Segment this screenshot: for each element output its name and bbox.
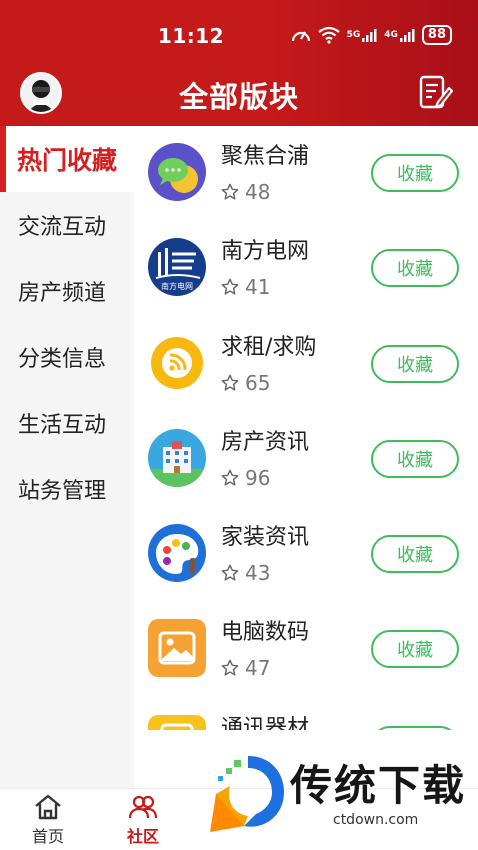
watermark-text: 传统下载 bbox=[290, 761, 467, 810]
phone-icon bbox=[148, 714, 206, 730]
page-title: 全部版块 bbox=[178, 80, 299, 114]
watermark: 传统下载 ctdown.com bbox=[198, 742, 478, 850]
forum-count: 41 bbox=[221, 275, 270, 299]
favorite-button[interactable]: 收藏 bbox=[371, 439, 459, 478]
forum-count-value: 96 bbox=[245, 465, 271, 490]
status-bar: 11:12 5G 4G 88 bbox=[0, 0, 478, 70]
signal-4g-icon: 4G bbox=[384, 27, 415, 43]
signal-5g-icon: 5G bbox=[347, 27, 378, 43]
sidebar-item-label: 交流互动 bbox=[18, 215, 107, 240]
rss-icon bbox=[148, 333, 206, 392]
star-icon bbox=[221, 374, 239, 391]
forum-name[interactable]: 聚焦合浦 bbox=[221, 138, 309, 170]
favorite-button[interactable]: 收藏 bbox=[371, 535, 459, 574]
star-icon bbox=[221, 278, 239, 295]
nav-home-label: 首页 bbox=[31, 827, 64, 846]
favorite-button[interactable]: 收藏 bbox=[371, 154, 459, 192]
forum-count: 43 bbox=[221, 561, 270, 585]
sidebar-item-real-estate[interactable]: 房产频道 bbox=[0, 258, 134, 324]
forum-list[interactable]: 聚焦合浦 48 收藏 南方电网 南方电网 41 收藏 求租/求购 65 收藏 房… bbox=[134, 126, 478, 730]
grid-logo-text: 南方电网 bbox=[161, 281, 193, 291]
forum-name[interactable]: 电脑数码 bbox=[221, 614, 309, 646]
sidebar-item-classifieds[interactable]: 分类信息 bbox=[0, 324, 134, 390]
list-item[interactable]: 通讯器材 收藏 bbox=[134, 698, 478, 730]
edit-button[interactable] bbox=[418, 74, 454, 112]
forum-name[interactable]: 求租/求购 bbox=[221, 329, 316, 361]
category-sidebar: 热门收藏 交流互动 房产频道 分类信息 生活互动 站务管理 bbox=[0, 126, 134, 788]
sidebar-item-hot-favorites[interactable]: 热门收藏 bbox=[0, 126, 134, 192]
favorite-button[interactable]: 收藏 bbox=[371, 725, 459, 730]
forum-count-value: 47 bbox=[245, 656, 271, 681]
list-item[interactable]: 电脑数码 47 收藏 bbox=[134, 602, 478, 697]
forum-name[interactable]: 南方电网 bbox=[221, 233, 309, 265]
favorite-button[interactable]: 收藏 bbox=[371, 344, 459, 383]
sidebar-item-label: 站务管理 bbox=[18, 479, 107, 504]
forum-count: 96 bbox=[221, 466, 270, 490]
list-item[interactable]: 南方电网 南方电网 41 收藏 bbox=[134, 221, 478, 316]
sidebar-item-label: 房产频道 bbox=[18, 281, 107, 306]
chat-bubble-icon bbox=[148, 143, 206, 201]
speed-icon bbox=[291, 27, 311, 43]
forum-count-value: 43 bbox=[245, 561, 271, 586]
nav-community-label: 社区 bbox=[126, 827, 159, 846]
net2-label: 4G bbox=[384, 30, 398, 40]
forum-count: 65 bbox=[221, 371, 270, 395]
sidebar-item-site-admin[interactable]: 站务管理 bbox=[0, 456, 134, 522]
nav-community[interactable]: 社区 bbox=[113, 791, 173, 847]
southern-grid-logo-icon: 南方电网 bbox=[148, 238, 206, 297]
list-item[interactable]: 聚焦合浦 48 收藏 bbox=[134, 126, 478, 221]
sidebar-item-label: 热门收藏 bbox=[17, 146, 118, 175]
image-icon bbox=[148, 619, 206, 678]
list-item[interactable]: 家装资讯 43 收藏 bbox=[134, 507, 478, 602]
favorite-button[interactable]: 收藏 bbox=[371, 249, 459, 288]
forum-count: 47 bbox=[221, 656, 270, 680]
community-icon bbox=[128, 795, 158, 819]
app-header: 11:12 5G 4G 88 全部版块 bbox=[0, 0, 478, 126]
forum-name[interactable]: 通讯器材 bbox=[221, 710, 309, 730]
star-icon bbox=[221, 660, 239, 677]
watermark-logo-icon bbox=[210, 756, 284, 832]
home-icon bbox=[35, 794, 61, 820]
net1-label: 5G bbox=[346, 30, 361, 40]
sidebar-item-interaction[interactable]: 交流互动 bbox=[0, 192, 134, 258]
forum-count-value: 41 bbox=[245, 275, 271, 300]
building-icon bbox=[148, 428, 206, 487]
star-icon bbox=[221, 183, 239, 200]
forum-count-value: 65 bbox=[245, 370, 271, 395]
sidebar-item-label: 生活互动 bbox=[18, 413, 107, 438]
status-icons: 5G 4G 88 bbox=[291, 24, 452, 46]
paint-palette-icon bbox=[148, 524, 206, 583]
star-icon bbox=[221, 469, 239, 486]
list-item[interactable]: 求租/求购 65 收藏 bbox=[134, 317, 478, 412]
forum-count-value: 48 bbox=[245, 180, 271, 204]
wifi-icon bbox=[317, 26, 340, 44]
forum-name[interactable]: 家装资讯 bbox=[221, 519, 309, 551]
nav-home[interactable]: 首页 bbox=[18, 791, 78, 847]
sidebar-item-life[interactable]: 生活互动 bbox=[0, 390, 134, 456]
star-icon bbox=[221, 564, 239, 581]
watermark-url: ctdown.com bbox=[333, 812, 419, 828]
forum-count: 48 bbox=[221, 180, 270, 204]
forum-name[interactable]: 房产资讯 bbox=[221, 424, 309, 456]
edit-note-icon bbox=[419, 75, 454, 109]
favorite-button[interactable]: 收藏 bbox=[371, 630, 459, 669]
battery-indicator: 88 bbox=[421, 25, 452, 45]
list-item[interactable]: 房产资讯 96 收藏 bbox=[134, 412, 478, 507]
sidebar-item-label: 分类信息 bbox=[18, 347, 107, 372]
